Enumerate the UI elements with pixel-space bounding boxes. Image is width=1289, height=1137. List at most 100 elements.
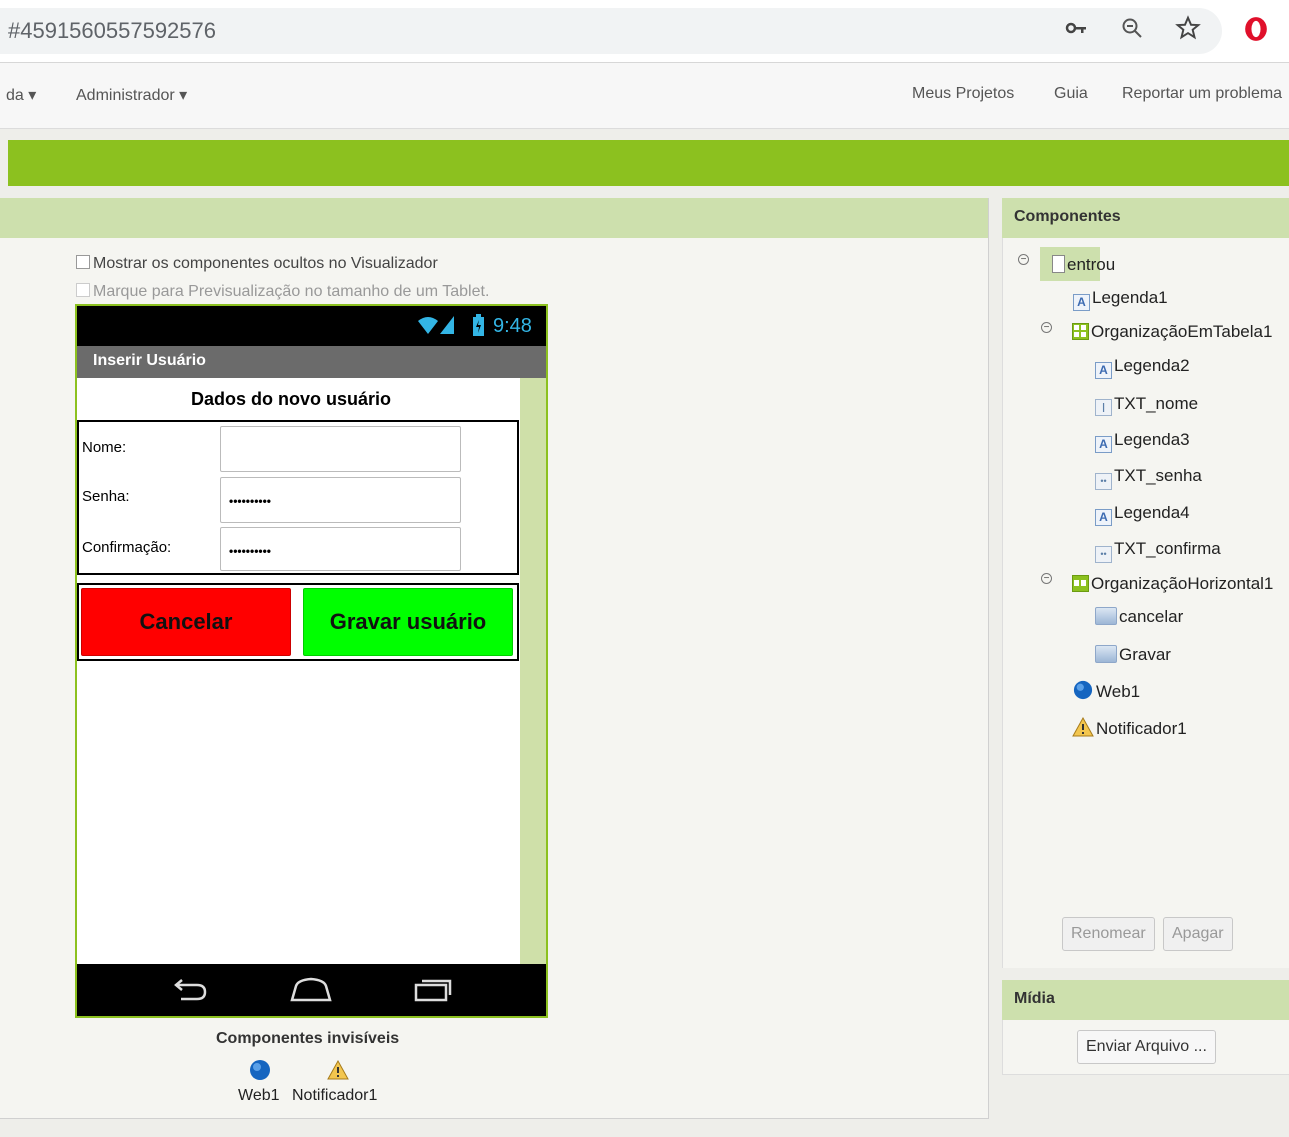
tree-label-notificador1: Notificador1: [1096, 719, 1187, 738]
horizontal-arrangement-icon: [1072, 575, 1089, 592]
recents-icon: [413, 976, 453, 1007]
name-label: Nome:: [82, 439, 127, 456]
button-icon: [1095, 645, 1117, 663]
components-header: Componentes: [1002, 198, 1289, 238]
wifi-icon: [417, 315, 439, 340]
button-icon: [1095, 607, 1117, 625]
viewer-header: [0, 198, 988, 238]
status-time: 9:48: [493, 315, 532, 337]
show-hidden-label: Mostrar os componentes ocultos no Visual…: [93, 255, 438, 272]
tree-label-legenda2: Legenda2: [1114, 356, 1190, 375]
tree-item-txt-confirma[interactable]: •• TXT_confirma: [1095, 539, 1221, 563]
warning-icon: [327, 1059, 349, 1085]
menu-report-problem[interactable]: Reportar um problema: [1122, 85, 1282, 103]
menu-my-projects[interactable]: Meus Projetos: [912, 85, 1014, 103]
tree-item-legenda2[interactable]: A Legenda2: [1095, 356, 1190, 379]
opera-icon[interactable]: [1243, 16, 1269, 48]
home-icon: [288, 976, 334, 1007]
label-icon: A: [1095, 436, 1112, 453]
password-input[interactable]: ••••••••••: [220, 477, 461, 523]
url-text: ‎#4591560557592576: [8, 18, 217, 43]
menu-admin[interactable]: Administrador ▾: [76, 85, 187, 105]
tree-label-gravar: Gravar: [1119, 645, 1171, 664]
invisible-web1: Web1: [238, 1087, 280, 1104]
invisible-components-title: Componentes invisíveis: [216, 1030, 400, 1047]
tree-label-txt-nome: TXT_nome: [1114, 394, 1199, 413]
screen-title: Inserir Usuário: [93, 352, 206, 369]
project-toolbar: [8, 140, 1289, 186]
tree-item-legenda1[interactable]: A Legenda1: [1073, 288, 1168, 311]
tree-label-organizacao-horizontal1: OrganizaçãoHorizontal1: [1091, 574, 1274, 593]
collapse-entrou-icon[interactable]: −: [1018, 254, 1029, 265]
name-input[interactable]: [220, 426, 461, 472]
menu-guide[interactable]: Guia: [1054, 85, 1088, 103]
password-icon: ••: [1095, 473, 1112, 490]
signal-icon: [440, 316, 454, 339]
tree-label-entrou: entrou: [1067, 255, 1116, 274]
tree-item-gravar[interactable]: Gravar: [1095, 645, 1171, 665]
tree-item-legenda4[interactable]: A Legenda4: [1095, 503, 1190, 526]
globe-icon: [249, 1059, 271, 1086]
collapse-table-icon[interactable]: −: [1041, 322, 1052, 333]
show-hidden-row[interactable]: Mostrar os componentes ocultos no Visual…: [76, 255, 438, 273]
tablet-preview-label: Marque para Previsualização no tamanho d…: [93, 283, 490, 300]
phone-nav-bar: [77, 964, 546, 1016]
phone-status-bar: 9:48: [77, 306, 546, 346]
phone-scroll-area: [520, 378, 546, 964]
save-user-button-label: Gravar usuário: [329, 609, 487, 634]
tree-item-notificador1[interactable]: Notificador1: [1072, 716, 1187, 739]
confirm-label: Confirmação:: [82, 539, 172, 556]
tree-item-legenda3[interactable]: A Legenda3: [1095, 430, 1190, 453]
tree-label-web1: Web1: [1096, 682, 1141, 701]
tree-item-entrou-label: entrou: [1052, 255, 1115, 275]
components-title: Componentes: [1014, 208, 1121, 225]
top-menu-bar: [0, 63, 1289, 129]
label-icon: A: [1073, 294, 1090, 311]
tree-item-txt-senha[interactable]: •• TXT_senha: [1095, 466, 1202, 490]
show-hidden-checkbox[interactable]: [76, 255, 90, 270]
tree-label-organizacao-em-tabela1: OrganizaçãoEmTabela1: [1091, 322, 1273, 341]
table-arrangement-icon: [1072, 323, 1089, 340]
url-field[interactable]: ‎#4591560557592576: [0, 8, 1222, 54]
tree-label-legenda3: Legenda3: [1114, 430, 1190, 449]
media-header: Mídia: [1002, 980, 1289, 1020]
tree-item-txt-nome[interactable]: I TXT_nome: [1095, 394, 1198, 416]
tablet-preview-checkbox[interactable]: [76, 283, 90, 298]
label-icon: A: [1095, 362, 1112, 379]
tree-item-web1[interactable]: Web1: [1072, 680, 1140, 702]
battery-icon: [473, 314, 484, 341]
password-label: Senha:: [82, 488, 130, 505]
tree-label-cancelar: cancelar: [1119, 607, 1184, 626]
tree-label-txt-confirma: TXT_confirma: [1114, 539, 1221, 558]
warning-icon: [1072, 716, 1094, 737]
tree-label-txt-senha: TXT_senha: [1114, 466, 1202, 485]
upload-file-button[interactable]: Enviar Arquivo ...: [1077, 1030, 1216, 1064]
save-user-button[interactable]: Gravar usuário: [303, 588, 513, 656]
tree-label-legenda4: Legenda4: [1114, 503, 1190, 522]
label-icon: A: [1095, 509, 1112, 526]
zoom-icon[interactable]: [1120, 16, 1144, 46]
tree-label-legenda1: Legenda1: [1092, 288, 1168, 307]
cancel-button[interactable]: Cancelar: [81, 588, 291, 656]
star-icon[interactable]: [1175, 15, 1201, 47]
form-heading: Dados do novo usuário: [191, 389, 392, 409]
tree-item-organizacao-em-tabela1[interactable]: OrganizaçãoEmTabela1: [1072, 322, 1272, 342]
key-icon[interactable]: [1064, 16, 1088, 46]
textbox-icon: I: [1095, 399, 1112, 416]
delete-button[interactable]: Apagar: [1163, 917, 1233, 951]
back-icon: [169, 977, 209, 1008]
tree-item-organizacao-horizontal1[interactable]: OrganizaçãoHorizontal1: [1072, 574, 1273, 594]
tree-item-cancelar[interactable]: cancelar: [1095, 607, 1183, 627]
password-icon: ••: [1095, 546, 1112, 563]
globe-icon: [1072, 680, 1094, 700]
cancel-button-label: Cancelar: [139, 609, 233, 634]
rename-button[interactable]: Renomear: [1062, 917, 1155, 951]
confirm-input[interactable]: ••••••••••: [220, 527, 461, 571]
invisible-notificador1: Notificador1: [292, 1087, 378, 1104]
tablet-preview-row[interactable]: Marque para Previsualização no tamanho d…: [76, 283, 489, 301]
collapse-horizontal-icon[interactable]: −: [1041, 573, 1052, 584]
media-title: Mídia: [1014, 990, 1055, 1007]
menu-partial-item[interactable]: da ▾: [6, 85, 36, 105]
phone-preview: [75, 304, 548, 1018]
screen-title-bar: Inserir Usuário: [77, 346, 546, 378]
